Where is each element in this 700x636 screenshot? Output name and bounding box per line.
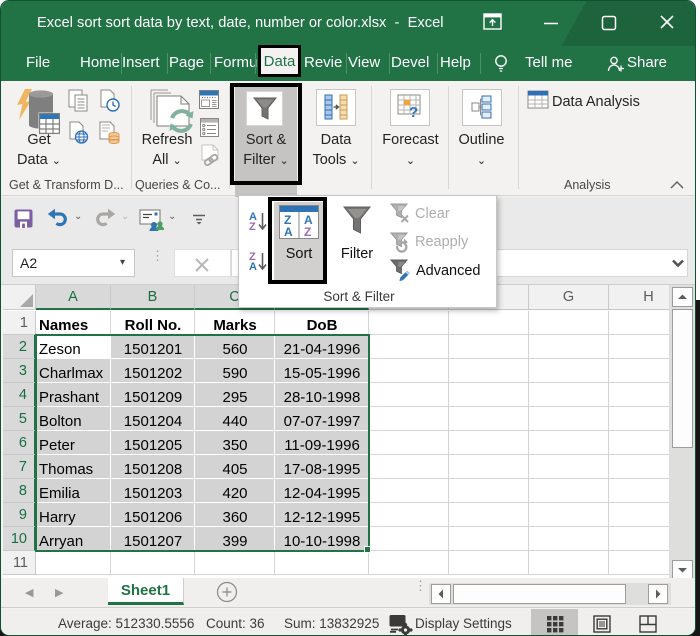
svg-text:Z: Z — [249, 221, 256, 233]
svg-text:?: ? — [409, 104, 418, 120]
svg-text:A: A — [249, 261, 257, 273]
